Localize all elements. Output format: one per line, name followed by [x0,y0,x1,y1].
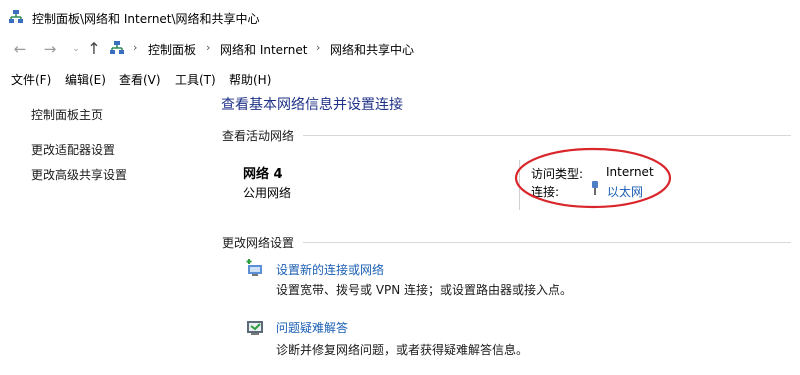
up-button[interactable]: ↑ [86,41,102,57]
recent-locations-button[interactable]: ⌄ [68,41,84,57]
forward-button[interactable]: → [42,41,58,57]
sidebar-item-advanced-sharing[interactable]: 更改高级共享设置 [31,166,127,183]
setup-connection-link[interactable]: 设置新的连接或网络 [276,261,384,278]
menu-view[interactable]: 查看(V) [119,71,161,88]
troubleshoot-description: 诊断并修复网络问题，或者获得疑难解答信息。 [276,343,529,357]
window-title: 控制面板\网络和 Internet\网络和共享中心 [32,12,260,26]
setup-connection-description: 设置宽带、拨号或 VPN 连接；或设置路由器或接入点。 [276,283,573,297]
network-setup-icon [246,259,262,276]
page-title: 查看基本网络信息并设置连接 [221,97,403,113]
section-divider [303,242,791,243]
highlight-annotation [514,147,672,209]
troubleshoot-link[interactable]: 问题疑难解答 [276,319,348,336]
sidebar-item-control-panel-home[interactable]: 控制面板主页 [31,106,103,123]
menu-edit[interactable]: 编辑(E) [65,71,106,88]
troubleshoot-icon [247,321,263,335]
network-center-icon [9,10,23,23]
left-pane [0,90,210,375]
network-profile: 公用网络 [243,186,292,200]
active-networks-heading: 查看活动网络 [222,129,295,143]
breadcrumb-network-internet[interactable]: 网络和 Internet [220,41,307,58]
network-center-icon [110,41,124,54]
breadcrumb-separator: › [206,41,211,54]
menu-help[interactable]: 帮助(H) [229,71,271,88]
change-network-settings-heading: 更改网络设置 [222,236,295,250]
sidebar-item-adapter-settings[interactable]: 更改适配器设置 [31,141,115,158]
menu-tools[interactable]: 工具(T) [175,71,216,88]
breadcrumb-sharing-center[interactable]: 网络和共享中心 [330,41,414,58]
breadcrumb-control-panel[interactable]: 控制面板 [148,41,196,58]
network-name: 网络 4 [243,167,283,182]
breadcrumb-separator: › [316,41,321,54]
menu-file[interactable]: 文件(F) [11,71,51,88]
back-button[interactable]: ← [12,41,28,57]
section-divider [303,135,791,136]
breadcrumb-separator: › [133,41,138,54]
